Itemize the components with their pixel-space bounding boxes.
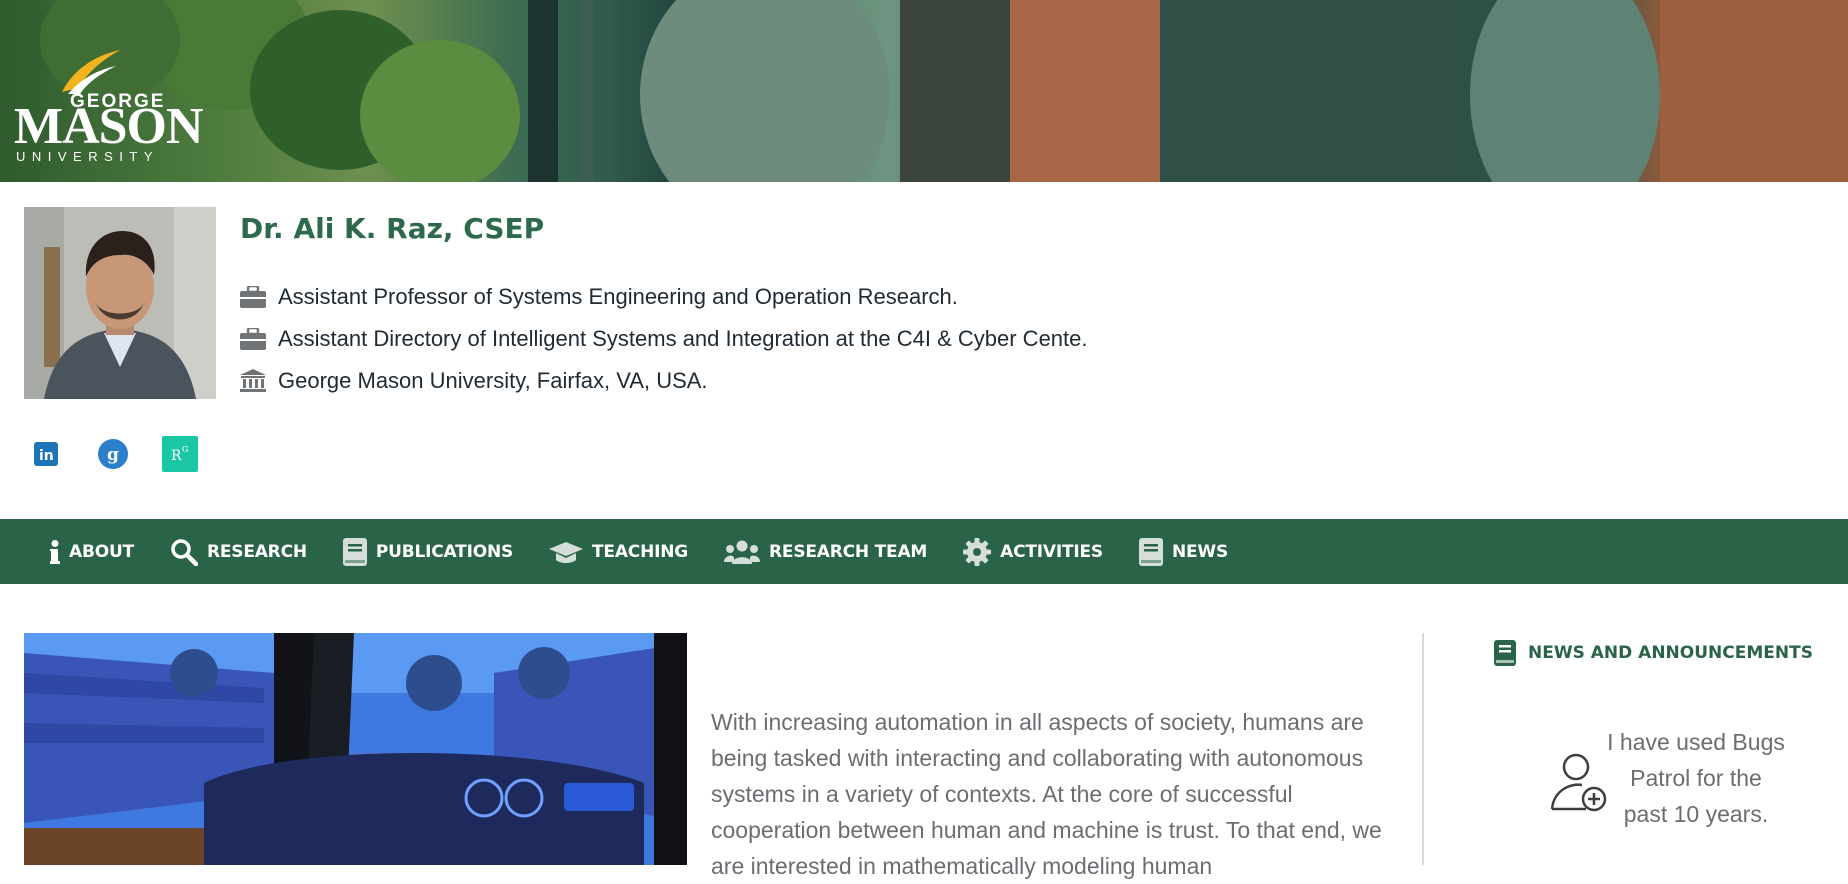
profile-detail-item: Assistant Professor of Systems Engineeri…: [240, 276, 1088, 318]
researchgate-icon: RG: [162, 436, 198, 476]
banner-brick: [1660, 0, 1848, 182]
nav-label: RESEARCH: [206, 541, 307, 562]
book-icon: [1138, 537, 1163, 566]
nav-teaching[interactable]: TEACHING: [549, 540, 688, 564]
testimonial-text: I have used Bugs Patrol for the past 10 …: [1607, 729, 1785, 827]
banner-window-frame: [1160, 0, 1460, 182]
profile-detail-text: Assistant Professor of Systems Engineeri…: [278, 284, 958, 309]
book-icon: [1494, 640, 1516, 666]
nav-about[interactable]: ABOUT: [50, 539, 134, 564]
university-icon: [240, 369, 278, 393]
search-icon: [170, 538, 198, 566]
banner-brick: [1010, 0, 1160, 182]
profile-name: Dr. Ali K. Raz, CSEP: [240, 212, 545, 245]
driving-simulator-illustration: [24, 633, 687, 865]
profile-photo: [24, 207, 216, 399]
sidebar-divider: [1422, 633, 1424, 865]
linkedin-icon: in: [34, 442, 58, 470]
news-heading: NEWS AND ANNOUNCEMENTS: [1494, 640, 1813, 666]
nav-research[interactable]: RESEARCH: [170, 538, 307, 566]
nav-label: RESEARCH TEAM: [769, 541, 928, 562]
users-icon: [724, 540, 761, 564]
book-icon: [342, 537, 367, 566]
banner-pillar: [1470, 0, 1660, 182]
linkedin-link[interactable]: in: [34, 438, 98, 474]
main-nav: ABOUT RESEARCH PUBLICATIONS TEACHING RES…: [0, 519, 1848, 584]
banner-tree: [360, 40, 520, 182]
social-links: in g RG: [34, 436, 226, 476]
banner-window-frame: [580, 0, 594, 182]
driving-simulator-image: [24, 633, 687, 865]
logo-mason-text: MASON: [14, 98, 204, 155]
banner-pillar: [640, 0, 890, 182]
news-title: NEWS AND ANNOUNCEMENTS: [1528, 643, 1813, 663]
graduation-cap-icon: [549, 540, 584, 564]
profile-details: Assistant Professor of Systems Engineeri…: [240, 276, 1088, 402]
nav-publications[interactable]: PUBLICATIONS: [342, 537, 514, 566]
nav-label: ABOUT: [69, 541, 134, 562]
nav-news[interactable]: NEWS: [1138, 537, 1229, 566]
profile-detail-item: Assistant Directory of Intelligent Syste…: [240, 318, 1088, 360]
intro-paragraph: With increasing automation in all aspect…: [711, 709, 1382, 879]
svg-text:in: in: [39, 448, 54, 464]
svg-text:g: g: [107, 445, 119, 465]
briefcase-icon: [240, 328, 278, 350]
profile-detail-item: George Mason University, Fairfax, VA, US…: [240, 360, 1088, 402]
gear-icon: [963, 537, 992, 566]
nav-label: ACTIVITIES: [1000, 541, 1103, 562]
researchgate-link[interactable]: RG: [162, 436, 226, 476]
nav-list: ABOUT RESEARCH PUBLICATIONS TEACHING RES…: [0, 519, 1848, 584]
google-scholar-link[interactable]: g: [98, 438, 162, 474]
profile-detail-text: Assistant Directory of Intelligent Syste…: [278, 326, 1088, 351]
svg-text:R: R: [171, 448, 182, 464]
banner-window-frame: [528, 0, 558, 182]
header-banner: GEORGE MASON UNIVERSITY: [0, 0, 1848, 182]
nav-activities[interactable]: ACTIVITIES: [963, 537, 1103, 566]
logo-swoosh-icon: [62, 50, 120, 94]
add-user-icon: [1550, 753, 1610, 817]
google-scholar-icon: g: [98, 439, 128, 473]
profile-photo-illustration: [24, 207, 216, 399]
banner-window-frame: [900, 0, 1010, 182]
briefcase-icon: [240, 286, 278, 308]
nav-research-team[interactable]: RESEARCH TEAM: [724, 540, 927, 564]
profile-detail-text: George Mason University, Fairfax, VA, US…: [278, 368, 708, 393]
logo-university-text: UNIVERSITY: [16, 149, 160, 164]
nav-label: TEACHING: [592, 541, 689, 562]
nav-label: NEWS: [1171, 541, 1229, 562]
svg-text:G: G: [182, 445, 188, 454]
nav-label: PUBLICATIONS: [375, 541, 514, 562]
info-icon: [50, 539, 60, 564]
